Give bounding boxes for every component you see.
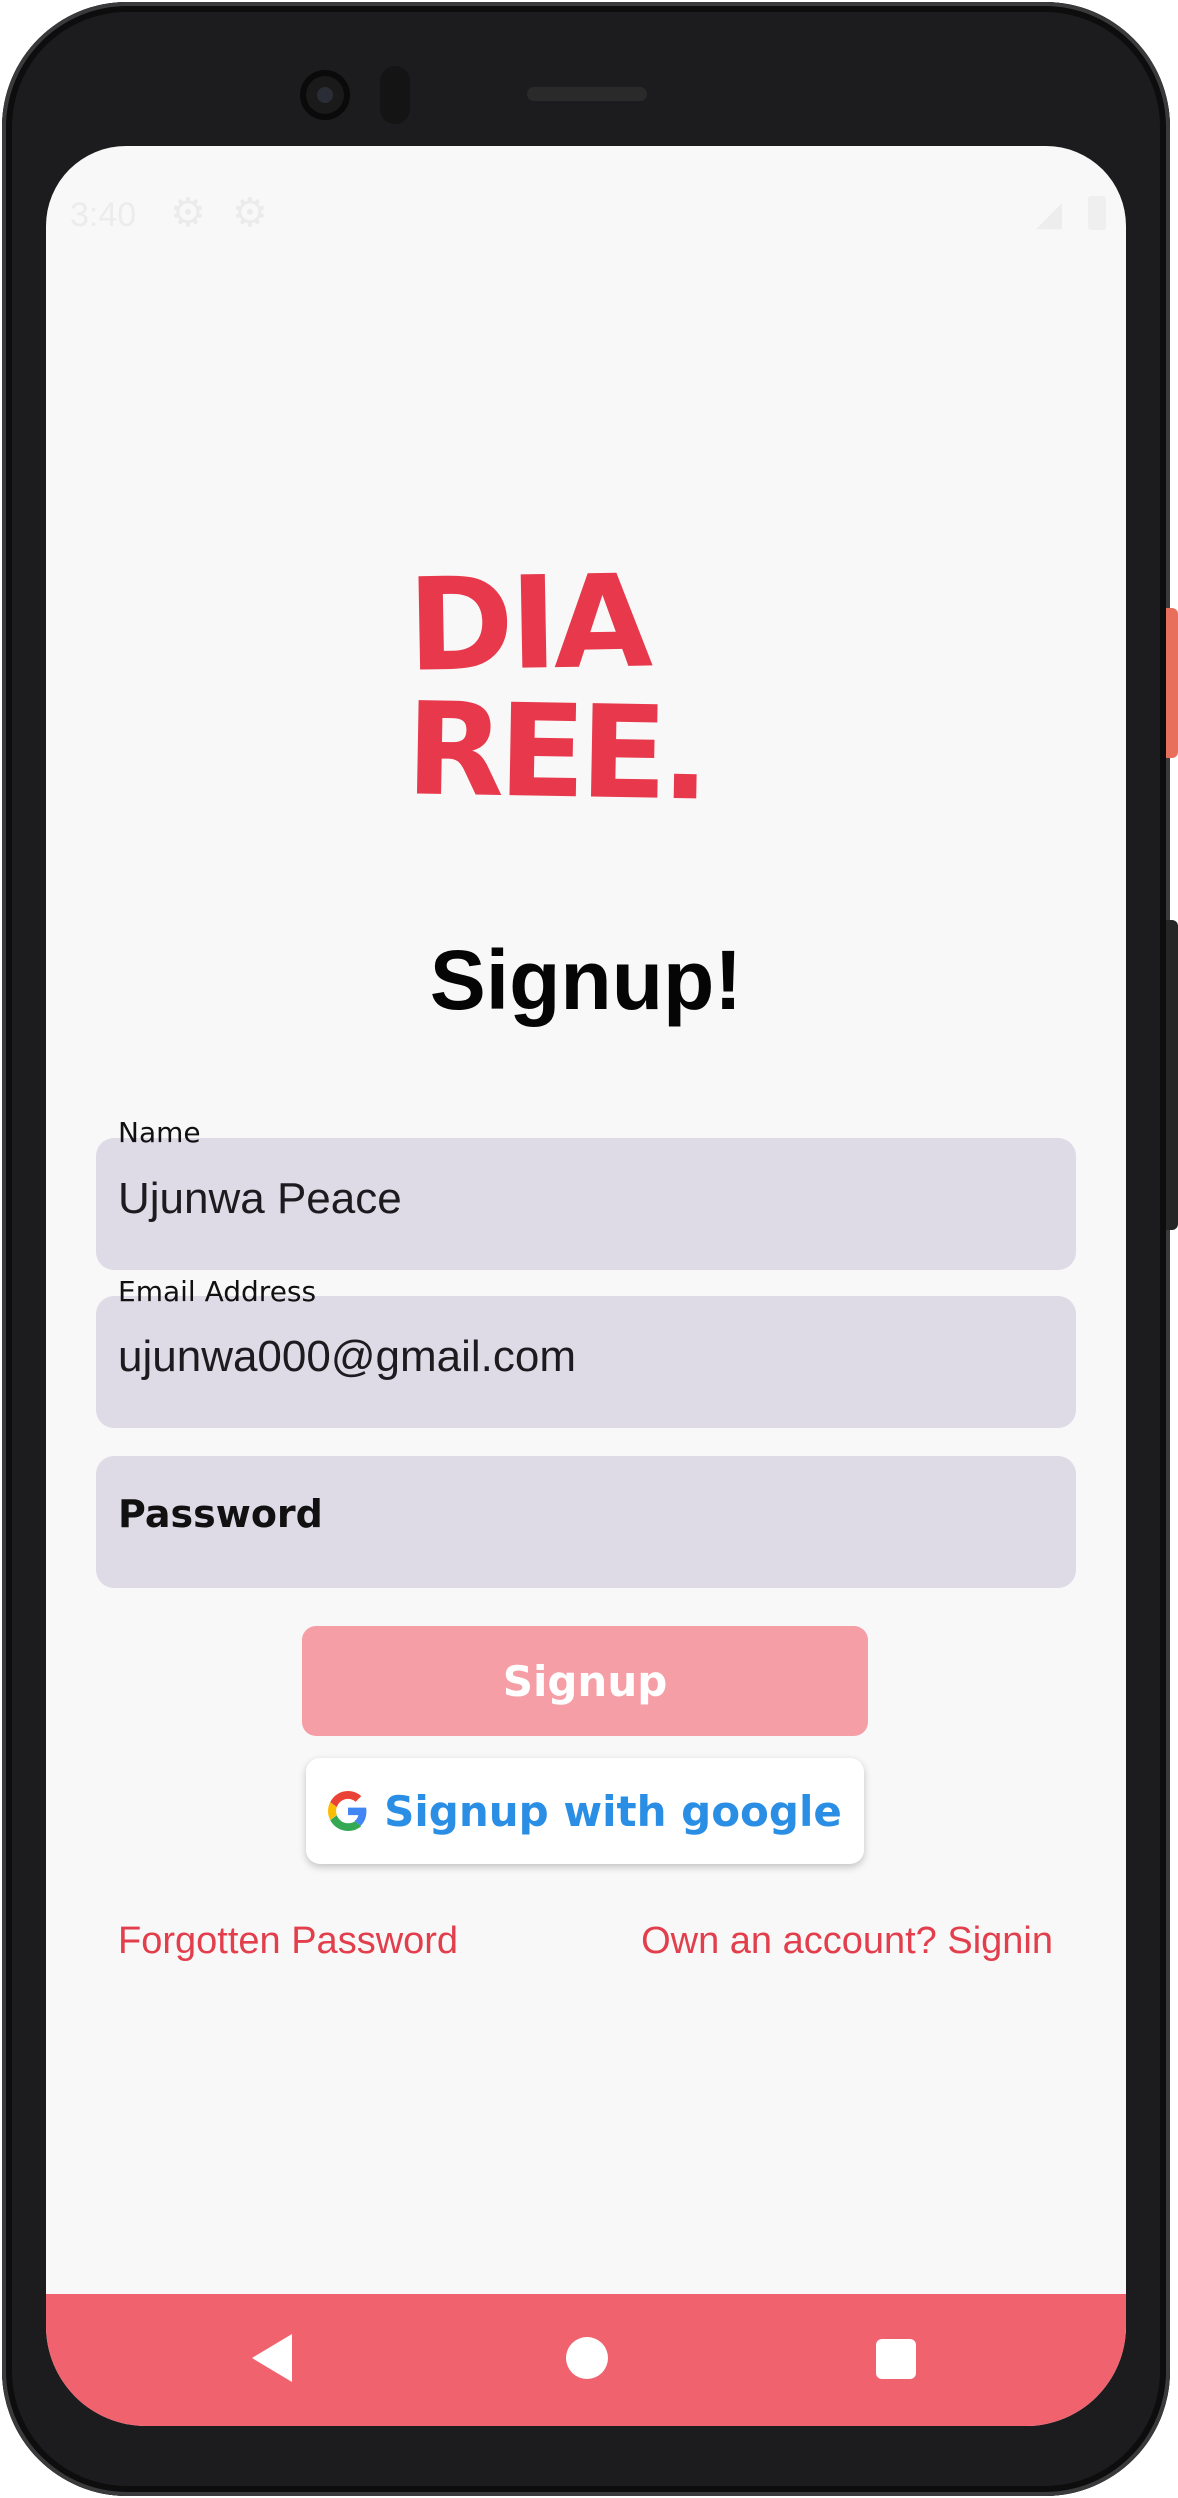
- signal-icon: ◢: [1035, 195, 1062, 233]
- google-g-icon: [328, 1791, 367, 1831]
- forgotten-password-link[interactable]: Forgotten Password: [118, 1920, 458, 1963]
- name-field-value: Ujunwa Peace: [118, 1174, 402, 1223]
- logo-line-2: REE.: [406, 675, 705, 810]
- battery-icon: [1088, 196, 1106, 230]
- email-field-label: Email Address: [118, 1275, 317, 1308]
- home-circle-icon[interactable]: [566, 2337, 608, 2379]
- front-camera: [300, 70, 350, 120]
- status-bar: 3:40 ⚙ ⚙ ◢: [46, 146, 1126, 235]
- gear-icon: ⚙: [232, 191, 268, 235]
- volume-button: [1166, 920, 1178, 1230]
- gear-icon: ⚙: [170, 191, 206, 235]
- signup-with-google-button[interactable]: Signup with google: [306, 1758, 864, 1864]
- name-field[interactable]: Ujunwa Peace: [96, 1138, 1076, 1270]
- email-field-value: ujunwa000@gmail.com: [118, 1332, 577, 1381]
- app-screen: 3:40 ⚙ ⚙ ◢ DIA REE. Signup! Ujunwa Peace…: [46, 146, 1126, 2426]
- signup-with-google-label: Signup with google: [384, 1786, 842, 1836]
- recents-square-icon[interactable]: [876, 2339, 916, 2379]
- name-field-label: Name: [118, 1116, 201, 1149]
- diaree-logo: DIA REE.: [406, 550, 705, 810]
- signup-button[interactable]: Signup: [302, 1626, 868, 1736]
- page-title: Signup!: [429, 933, 743, 1027]
- earpiece-speaker: [527, 87, 647, 101]
- proximity-sensor: [380, 66, 410, 124]
- status-time: 3:40: [70, 196, 137, 234]
- power-button: [1166, 608, 1178, 758]
- signup-button-label: Signup: [502, 1656, 668, 1706]
- system-nav-bar: [46, 2294, 1126, 2426]
- password-field-placeholder: Password: [118, 1492, 323, 1536]
- signin-link[interactable]: Own an account? Signin: [641, 1920, 1053, 1963]
- back-triangle-icon[interactable]: [252, 2334, 292, 2382]
- email-field[interactable]: ujunwa000@gmail.com: [96, 1296, 1076, 1428]
- password-field[interactable]: Password: [96, 1456, 1076, 1588]
